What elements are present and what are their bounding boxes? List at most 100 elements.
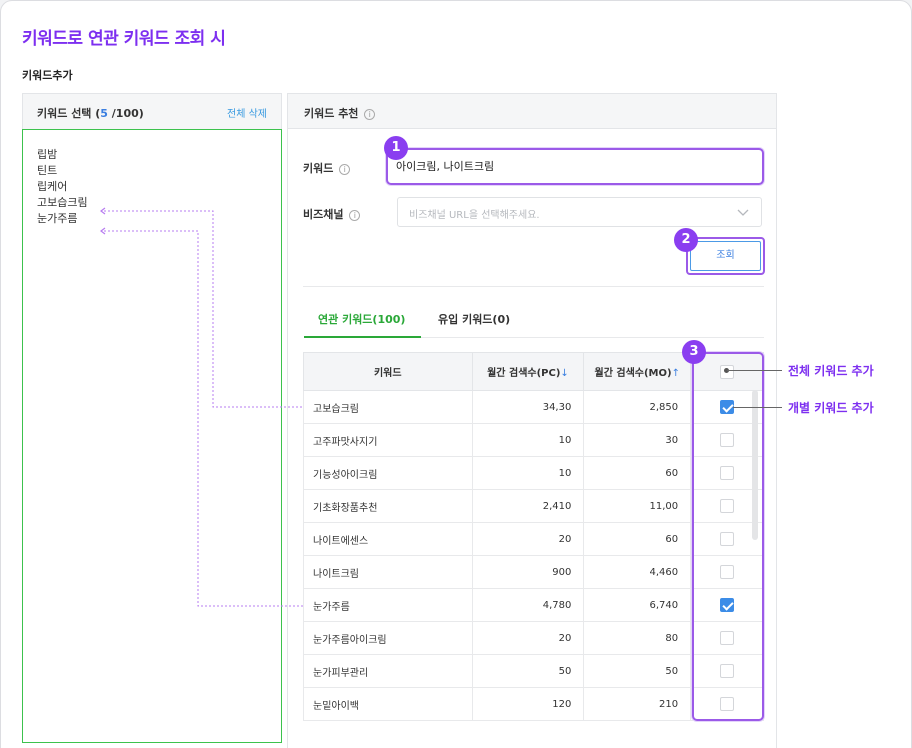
row-checkbox[interactable] xyxy=(720,466,735,480)
row-select-cell xyxy=(690,687,764,721)
selected-count: 5 xyxy=(100,107,108,120)
row-pc-searches: 10 xyxy=(471,423,585,457)
biz-channel-select[interactable]: 비즈채널 URL을 선택해주세요. xyxy=(397,197,762,227)
row-keyword: 눈밑아이백 xyxy=(303,687,473,721)
step-badge-3: 3 xyxy=(682,340,706,364)
row-pc-searches: 2,410 xyxy=(471,489,585,523)
info-icon[interactable]: i xyxy=(364,109,376,120)
row-checkbox[interactable] xyxy=(720,631,735,645)
biz-label-text: 비즈채널 xyxy=(303,208,344,221)
row-checkbox[interactable] xyxy=(720,532,735,546)
clear-all-link[interactable]: 전체 삭제 xyxy=(227,105,267,120)
step-badge-2: 2 xyxy=(674,228,698,252)
section-label: 키워드추가 xyxy=(22,69,73,82)
table-row: 눈가주름아이크림 20 80 xyxy=(303,621,764,655)
keyword-input[interactable]: 아이크림, 나이트크림 xyxy=(386,148,764,185)
row-pc-searches: 4,780 xyxy=(471,588,585,622)
chevron-down-icon xyxy=(737,209,749,216)
row-keyword: 나이트에센스 xyxy=(303,522,473,556)
row-pc-searches: 900 xyxy=(471,555,585,589)
selected-keyword-list: 립밤틴트립케어고보습크림눈가주름 xyxy=(37,147,88,227)
selected-keywords-header: 키워드 선택 (5 /100) 전체 삭제 xyxy=(22,93,282,129)
row-pc-searches: 20 xyxy=(471,621,585,655)
col-pc-label: 월간 검색수(PC) xyxy=(487,368,561,379)
info-icon[interactable]: i xyxy=(349,210,361,221)
table-row: 나이트크림 900 4,460 xyxy=(303,555,764,589)
tab-related-keywords[interactable]: 연관 키워드(100) xyxy=(318,311,405,327)
row-keyword: 기초화장품추천 xyxy=(303,489,473,523)
row-checkbox[interactable] xyxy=(720,664,735,678)
row-select-cell xyxy=(690,654,764,688)
table-row: 기능성아이크림 10 60 xyxy=(303,456,764,490)
search-button[interactable]: 조회 xyxy=(686,237,765,275)
keyword-table: 키워드 월간 검색수(PC)↓ 월간 검색수(MO)↑ 고보습크림 34,30 2,… xyxy=(303,352,764,721)
biz-channel-placeholder: 비즈채널 URL을 선택해주세요. xyxy=(409,210,540,221)
selected-keywords-title: 키워드 선택 (5 /100) xyxy=(37,105,144,121)
keyword-recommend-header: 키워드 추천 i xyxy=(287,93,777,129)
selected-keyword-item: 고보습크림 xyxy=(37,196,88,209)
table-row: 고보습크림 34,30 2,850 xyxy=(303,390,764,424)
selected-keyword-item: 립케어 xyxy=(37,180,68,193)
row-keyword: 눈가주름 xyxy=(303,588,473,622)
selected-keywords-box: 립밤틴트립케어고보습크림눈가주름 xyxy=(22,129,282,743)
keyword-recommend-title: 키워드 추천 i xyxy=(304,105,376,121)
row-mo-searches: 11,00 xyxy=(583,489,692,523)
table-scrollbar[interactable] xyxy=(752,390,758,540)
title-suffix: /100) xyxy=(107,107,144,120)
page-title: 키워드로 연관 키워드 조회 시 xyxy=(22,29,226,49)
row-mo-searches: 4,460 xyxy=(583,555,692,589)
table-row: 기초화장품추천 2,410 11,00 xyxy=(303,489,764,523)
row-checkbox[interactable] xyxy=(720,433,735,447)
selected-keyword-item: 립밤 xyxy=(37,148,58,161)
row-pc-searches: 34,30 xyxy=(471,390,585,424)
keyword-label-text: 키워드 xyxy=(303,162,334,175)
sort-up-icon: ↑ xyxy=(671,368,680,379)
callout-line xyxy=(733,407,782,408)
table-row: 고주파맛사지기 10 30 xyxy=(303,423,764,457)
callout-select-all: 전체 키워드 추가 xyxy=(788,364,874,378)
col-mo-searches[interactable]: 월간 검색수(MO)↑ xyxy=(583,352,692,391)
keyword-label: 키워드 i xyxy=(303,160,351,176)
table-row: 나이트에센스 20 60 xyxy=(303,522,764,556)
info-icon[interactable]: i xyxy=(339,164,351,175)
row-select-cell xyxy=(690,555,764,589)
row-pc-searches: 120 xyxy=(471,687,585,721)
selected-keyword-item: 눈가주름 xyxy=(37,212,78,225)
row-keyword: 고보습크림 xyxy=(303,390,473,424)
table-row: 눈가피부관리 50 50 xyxy=(303,654,764,688)
row-keyword: 나이트크림 xyxy=(303,555,473,589)
table-row: 눈밑아이백 120 210 xyxy=(303,687,764,721)
row-mo-searches: 210 xyxy=(583,687,692,721)
row-select-cell xyxy=(690,588,764,622)
step-badge-1: 1 xyxy=(384,136,408,160)
row-pc-searches: 20 xyxy=(471,522,585,556)
row-mo-searches: 6,740 xyxy=(583,588,692,622)
row-keyword: 눈가피부관리 xyxy=(303,654,473,688)
title-prefix: 키워드 선택 ( xyxy=(37,107,101,120)
row-pc-searches: 50 xyxy=(471,654,585,688)
row-mo-searches: 80 xyxy=(583,621,692,655)
col-pc-searches[interactable]: 월간 검색수(PC)↓ xyxy=(471,352,585,391)
row-keyword: 기능성아이크림 xyxy=(303,456,473,490)
recommend-title-text: 키워드 추천 xyxy=(304,107,359,120)
selected-keyword-item: 틴트 xyxy=(37,164,58,177)
search-button-label: 조회 xyxy=(690,241,761,271)
callout-line xyxy=(727,370,782,371)
row-checkbox[interactable] xyxy=(720,697,735,711)
row-checkbox[interactable] xyxy=(720,598,735,612)
active-tab-indicator xyxy=(304,336,421,338)
tab-inflow-keywords[interactable]: 유입 키워드(0) xyxy=(438,311,510,327)
table-row: 눈가주름 4,780 6,740 xyxy=(303,588,764,622)
row-mo-searches: 60 xyxy=(583,456,692,490)
row-keyword: 고주파맛사지기 xyxy=(303,423,473,457)
row-mo-searches: 50 xyxy=(583,654,692,688)
row-checkbox[interactable] xyxy=(720,499,735,513)
row-mo-searches: 30 xyxy=(583,423,692,457)
row-checkbox[interactable] xyxy=(720,565,735,579)
row-pc-searches: 10 xyxy=(471,456,585,490)
biz-channel-label: 비즈채널 i xyxy=(303,206,361,222)
col-keyword[interactable]: 키워드 xyxy=(303,352,473,391)
sort-down-icon: ↓ xyxy=(560,368,569,379)
divider xyxy=(303,286,764,287)
row-checkbox[interactable] xyxy=(720,400,735,414)
